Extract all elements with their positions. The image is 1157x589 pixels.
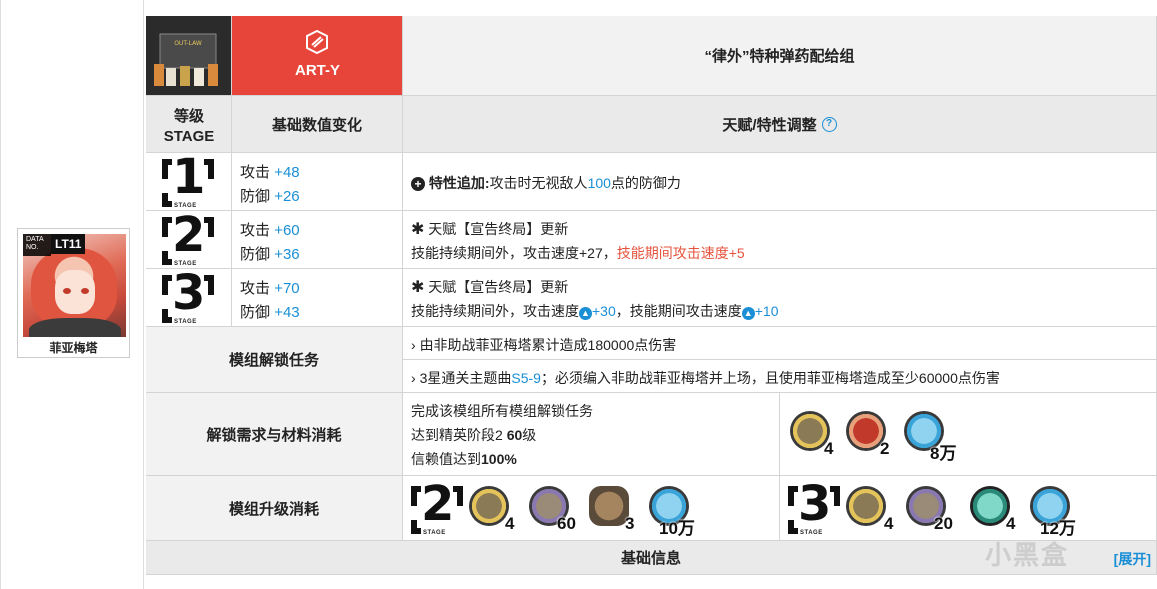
upgrade-stage-3: 3 STAGE 4 20 4 12万: [780, 476, 1157, 541]
base-stats-header: 基础数值变化: [232, 96, 403, 153]
upgrade-stage-2: 2 STAGE 4 60 3 10万: [403, 476, 780, 541]
optimized-device-icon[interactable]: [589, 486, 629, 526]
module-type-cell: ART-Y: [232, 16, 403, 96]
stage-row-3: 3 STAGE 攻击 +70 防御 +43 ✱ 天赋【宣告终局】更新 技能持续期…: [146, 265, 1157, 327]
stage-badge-2: 2 STAGE: [146, 207, 232, 269]
character-portrait: DATA NO. LT11: [23, 234, 126, 337]
column-header-row: 等级 STAGE 基础数值变化 天赋/特性调整 ?: [146, 96, 1157, 153]
watermark: 小黑盒: [985, 540, 1070, 570]
unlock-reqs-row: 解锁需求与材料消耗 完成该模组所有模组解锁任务 达到精英阶段2 60级 信赖值达…: [146, 393, 1157, 476]
stats-cell-3: 攻击 +70 防御 +43: [232, 269, 403, 327]
module-type-code: ART-Y: [295, 62, 340, 79]
module-art: OUT-LAW: [146, 16, 232, 96]
stage-row-1: 1 STAGE 攻击 +48 防御 +26 + 特性追加:攻击时无视敌人100点…: [146, 149, 1157, 211]
upgrade-row: 模组升级消耗 2 STAGE 4 60 3 10万 3 STAGE 4 20 4…: [146, 476, 1157, 541]
up-arrow-icon: ▲: [741, 307, 755, 320]
upgrade-label: 模组升级消耗: [146, 476, 403, 541]
stats-cell-1: 攻击 +48 防御 +26: [232, 153, 403, 211]
stats-cell-2: 攻击 +60 防御 +36: [232, 211, 403, 269]
talent-header: 天赋/特性调整 ?: [403, 96, 1157, 153]
talent-cell-3: ✱ 天赋【宣告终局】更新 技能持续期间外，攻击速度 ▲ +30，技能期间攻击速度 ▲ +…: [403, 269, 1157, 327]
asterisk-icon: ✱: [411, 279, 425, 296]
task-1: › 由非助战菲亚梅塔累计造成180000点伤害: [403, 327, 1157, 360]
plus-circle-icon: +: [411, 177, 425, 191]
stage-row-2: 2 STAGE 攻击 +60 防御 +36 ✱ 天赋【宣告终局】更新 技能持续期…: [146, 207, 1157, 269]
stage-header: 等级 STAGE: [146, 96, 232, 153]
left-column: DATA NO. LT11 菲亚梅塔: [0, 0, 144, 589]
character-tag: LT11: [51, 234, 86, 254]
expand-link[interactable]: [展开]: [1114, 549, 1151, 569]
unlock-reqs-text: 完成该模组所有模组解锁任务 达到精英阶段2 60级 信赖值达到100%: [403, 393, 780, 476]
stage-badge-1: 1 STAGE: [146, 149, 232, 211]
stage-badge-3: 3 STAGE: [146, 265, 232, 327]
stage-link[interactable]: S5-9: [511, 370, 541, 386]
unlock-reqs-label: 解锁需求与材料消耗: [146, 393, 403, 476]
up-arrow-icon: ▲: [579, 307, 592, 320]
module-data-block-icon[interactable]: [469, 486, 509, 526]
module-ammo-icon: OUT-LAW: [154, 33, 218, 86]
question-circle-icon[interactable]: ?: [821, 116, 837, 132]
cutting-stock-solution-icon[interactable]: [970, 486, 1010, 526]
character-name: 菲亚梅塔: [49, 341, 98, 355]
unlock-tasks-row: 模组解锁任务 › 由非助战菲亚梅塔累计造成180000点伤害 › 3星通关主题曲…: [146, 327, 1157, 393]
module-name: “律外”特种弹药配给组: [403, 16, 1157, 96]
module-header-row: OUT-LAW ART-Y “律外”特种弹药配给组: [146, 16, 1157, 96]
talent-cell-2: ✱ 天赋【宣告终局】更新 技能持续期间外，攻击速度+27，技能期间攻击速度+5: [403, 211, 1157, 269]
module-type-icon: [306, 30, 328, 54]
module-art-text: OUT-LAW: [174, 40, 202, 47]
task-2: › 3星通关主题曲S5-9；必须编入非助战菲亚梅塔并上场，且使用菲亚梅塔造成至少…: [403, 360, 1157, 393]
unlock-tasks-label: 模组解锁任务: [146, 327, 403, 393]
asterisk-icon: ✱: [411, 221, 425, 238]
character-card[interactable]: DATA NO. LT11 菲亚梅塔: [17, 228, 130, 358]
module-data-block-icon[interactable]: [846, 486, 886, 526]
unlock-materials: 4 2 8万: [780, 393, 1157, 476]
talent-cell-1: + 特性追加:攻击时无视敌人100点的防御力: [403, 153, 1157, 211]
data-no-tag: DATA NO.: [23, 234, 51, 256]
